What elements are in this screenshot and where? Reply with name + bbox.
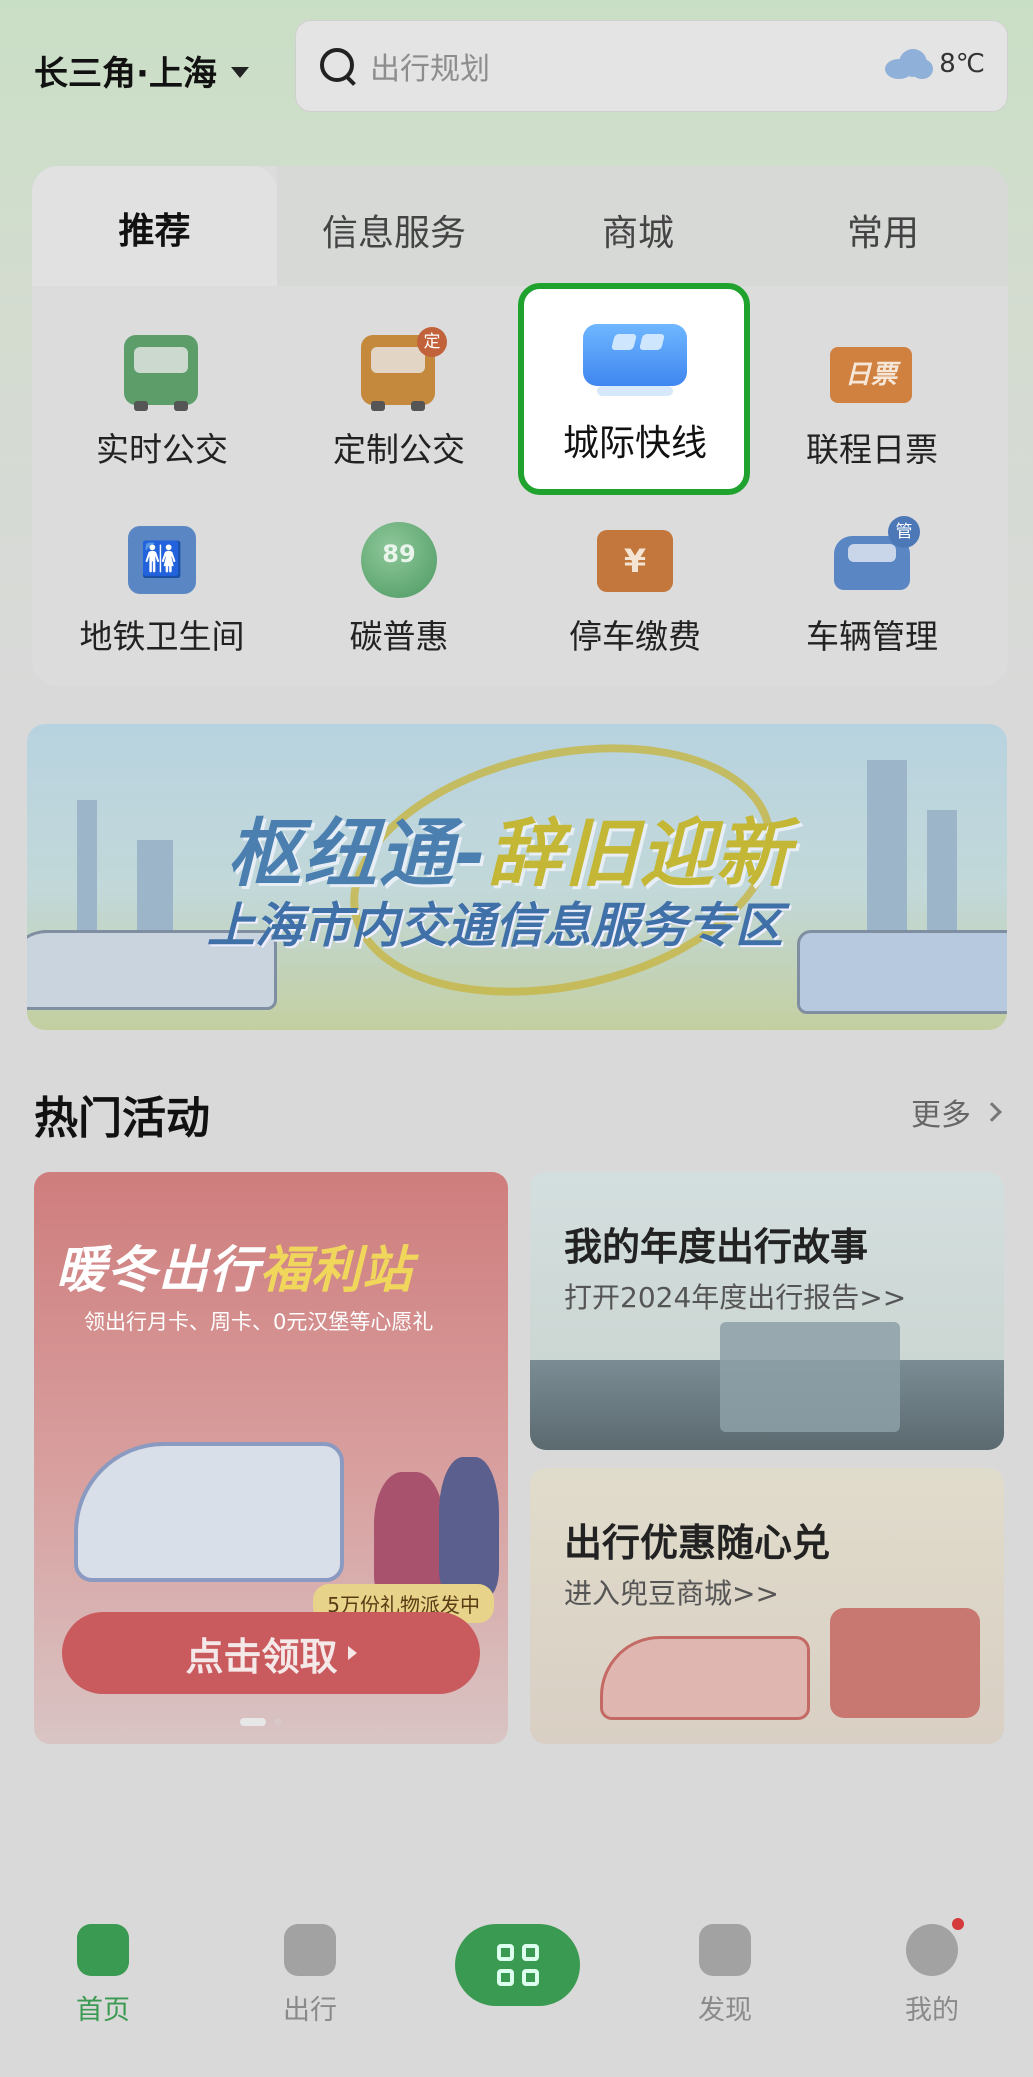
profile-icon: [906, 1918, 964, 1976]
grid-item-day-ticket[interactable]: 日票 联程日票: [772, 335, 972, 471]
banner-subtitle: 上海市内交通信息服务专区: [207, 898, 784, 954]
promo-winter-welfare[interactable]: 暖冬出行福利站 领出行月卡、周卡、0元汉堡等心愿礼 5万份礼物派发中 点击领取: [34, 1172, 508, 1744]
gift-box-illustration: [830, 1608, 980, 1718]
caret-down-icon: [230, 67, 249, 78]
promo-subtitle: 进入兜豆商城>>: [564, 1577, 779, 1610]
promo-title: 暖冬出行福利站: [56, 1241, 413, 1299]
building-illustration: [720, 1322, 900, 1432]
grid-item-label: 地铁卫生间: [79, 617, 245, 656]
claim-button[interactable]: 点击领取: [62, 1612, 480, 1694]
chevron-right-icon: [982, 1102, 1002, 1122]
bus-illustration: [797, 930, 1007, 1014]
play-arrow-icon: [347, 1646, 357, 1660]
search-bar[interactable]: 出行规划 8℃: [295, 20, 1008, 112]
promo-title: 我的年度出行故事: [564, 1225, 869, 1269]
bottom-nav: 首页 出行 发现 我的: [0, 1906, 1033, 2077]
tab-mall[interactable]: 商城: [602, 204, 674, 256]
person-illustration: [374, 1472, 444, 1602]
promo-annual-travel-story[interactable]: 我的年度出行故事 打开2024年度出行报告>>: [530, 1172, 1004, 1450]
promo-title: 出行优惠随心兑: [564, 1521, 831, 1565]
search-icon: [318, 46, 358, 86]
person-illustration: [439, 1457, 499, 1597]
bus-icon: [124, 335, 200, 411]
claim-button-label: 点击领取: [185, 1634, 338, 1679]
nav-profile[interactable]: 我的: [872, 1918, 992, 2027]
restroom-icon: 🚻: [124, 522, 200, 598]
tab-recommend[interactable]: 推荐: [32, 166, 277, 286]
grid-item-carbon[interactable]: 89 碳普惠: [299, 522, 499, 658]
day-ticket-badge: 日票: [830, 347, 912, 403]
custom-bus-icon: 定: [361, 327, 447, 411]
grid-item-label: 车辆管理: [806, 617, 938, 656]
nav-discover[interactable]: 发现: [665, 1924, 785, 2027]
carousel-dots: [240, 1718, 282, 1726]
more-link[interactable]: 更多: [911, 1090, 1002, 1134]
nav-travel[interactable]: 出行: [250, 1924, 370, 2027]
section-title: 热门活动: [34, 1093, 210, 1144]
search-placeholder: 出行规划: [370, 52, 490, 87]
grid-item-custom-bus[interactable]: 定 定制公交: [299, 327, 499, 471]
grid-item-label: 实时公交: [96, 430, 228, 469]
weather-temperature: 8℃: [939, 49, 985, 79]
city-selector[interactable]: 长三角·上海: [34, 46, 249, 95]
grid-item-label: 联程日票: [806, 430, 938, 469]
promo-points-mall[interactable]: 出行优惠随心兑 进入兜豆商城>>: [530, 1468, 1004, 1744]
train-illustration: [74, 1442, 344, 1582]
nav-label: 首页: [76, 1995, 130, 2026]
train-illustration: [600, 1636, 810, 1720]
nav-label: 出行: [283, 1995, 337, 2026]
tab-bar: 推荐 信息服务 商城 常用: [32, 166, 1008, 286]
tab-info-services[interactable]: 信息服务: [322, 204, 466, 256]
vehicle-management-icon: 管: [834, 516, 920, 598]
notification-dot: [952, 1918, 964, 1930]
carbon-icon: 89: [361, 522, 437, 598]
weather-widget[interactable]: 8℃: [885, 49, 985, 79]
nav-label: 我的: [905, 1995, 959, 2026]
custom-badge: 定: [417, 327, 447, 357]
qr-code-icon: [496, 1944, 539, 1986]
intercity-bus-icon: [583, 318, 687, 400]
grid-item-vehicle-management[interactable]: 管 车辆管理: [772, 516, 972, 658]
grid-item-parking-payment[interactable]: ¥ 停车缴费: [535, 522, 735, 658]
vehicle-badge: 管: [888, 516, 920, 548]
hub-banner[interactable]: 枢纽通-辞旧迎新 上海市内交通信息服务专区: [27, 724, 1007, 1030]
banner-title: 枢纽通-辞旧迎新: [227, 811, 792, 897]
discover-icon: [699, 1924, 751, 1976]
nav-label: 发现: [698, 1995, 752, 2026]
grid-item-realtime-bus[interactable]: 实时公交: [62, 335, 262, 471]
grid-item-intercity-express[interactable]: 城际快线: [535, 318, 735, 466]
grid-item-metro-restroom[interactable]: 🚻 地铁卫生间: [62, 522, 262, 658]
promo-subtitle: 打开2024年度出行报告>>: [564, 1281, 907, 1314]
cloud-icon: [885, 49, 934, 79]
qr-code-button[interactable]: [455, 1924, 580, 2006]
carbon-badge: 89: [361, 522, 437, 598]
more-label: 更多: [911, 1098, 971, 1133]
grid-item-label: 碳普惠: [349, 617, 449, 656]
grid-item-label: 城际快线: [562, 423, 707, 464]
travel-icon: [284, 1924, 336, 1976]
nav-home[interactable]: 首页: [43, 1924, 163, 2027]
day-ticket-icon: 日票: [830, 335, 912, 411]
parking-payment-icon: ¥: [597, 522, 673, 598]
grid-item-label: 停车缴费: [569, 617, 701, 656]
grid-item-label: 定制公交: [333, 430, 465, 469]
parking-badge: ¥: [597, 530, 673, 592]
tab-frequent[interactable]: 常用: [847, 204, 919, 256]
home-icon: [77, 1924, 129, 1976]
promo-subtitle: 领出行月卡、周卡、0元汉堡等心愿礼: [84, 1310, 434, 1334]
city-label: 长三角·上海: [34, 54, 217, 94]
header: 长三角·上海 出行规划 8℃: [0, 0, 1033, 140]
